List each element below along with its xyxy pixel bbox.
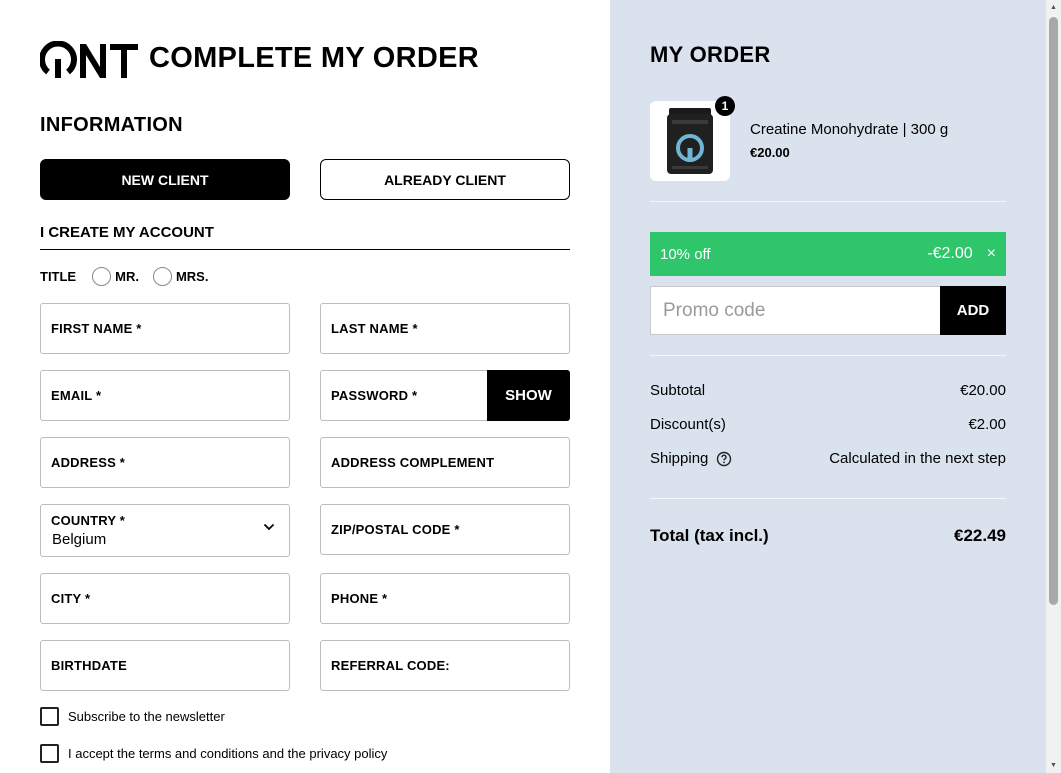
birthdate-label: BIRTHDATE [51,658,127,673]
promo-code-field[interactable] [650,286,941,335]
product-name: Creatine Monohydrate | 300 g [750,121,949,138]
create-account-heading: I CREATE MY ACCOUNT [40,224,570,250]
email-field[interactable]: EMAIL * [40,370,290,421]
subtotal-label: Subtotal [650,382,706,399]
remove-discount-icon[interactable]: × [987,245,996,263]
terms-label[interactable]: I accept the terms and conditions and th… [68,746,387,761]
show-password-button[interactable]: SHOW [487,370,570,421]
scroll-down-arrow-icon[interactable]: ▼ [1049,761,1058,770]
scroll-up-arrow-icon[interactable]: ▲ [1049,3,1058,12]
discounts-row: Discount(s) €2.00 [650,416,1006,433]
shipping-value: Calculated in the next step [829,450,1006,467]
mr-radio-label[interactable]: MR. [115,269,139,284]
scrollbar-thumb[interactable] [1049,17,1058,605]
title-label: TITLE [40,268,77,284]
chevron-down-icon [263,523,275,531]
email-label: EMAIL * [51,388,102,403]
newsletter-label[interactable]: Subscribe to the newsletter [68,709,225,724]
address-complement-label: ADDRESS COMPLEMENT [331,455,495,470]
total-row: Total (tax incl.) €22.49 [650,526,1006,546]
help-circle-icon[interactable] [716,451,732,467]
shipping-label: Shipping [650,450,709,467]
mr-radio[interactable] [92,266,112,286]
password-field[interactable]: PASSWORD * [320,370,488,421]
product-tub-image [667,108,713,174]
subtotal-row: Subtotal €20.00 [650,382,1006,399]
phone-field[interactable]: PHONE * [320,573,570,624]
order-summary-title: MY ORDER [650,42,771,67]
referral-code-label: REFERRAL CODE: [331,658,450,673]
new-client-button[interactable]: NEW CLIENT [40,159,290,200]
mrs-radio-label[interactable]: MRS. [176,269,209,284]
zip-code-label: ZIP/POSTAL CODE * [331,522,460,537]
birthdate-field[interactable]: BIRTHDATE [40,640,290,691]
add-promo-button[interactable]: ADD [940,286,1006,335]
newsletter-row: Subscribe to the newsletter [40,707,225,726]
first-name-label: FIRST NAME * [51,321,142,336]
shipping-row: Shipping Calculated in the next step [650,450,1006,467]
page-title: COMPLETE MY ORDER [149,42,480,74]
order-summary-panel: MY ORDER 1 Creatine Monohydrate | 300 g … [610,0,1046,773]
country-value: Belgium [52,531,107,548]
address-field[interactable]: ADDRESS * [40,437,290,488]
divider [650,201,1006,202]
address-label: ADDRESS * [51,455,126,470]
promo-code-input[interactable] [663,299,941,322]
discounts-value: €2.00 [968,416,1006,433]
product-price: €20.00 [750,145,790,160]
divider [650,355,1006,356]
city-label: CITY * [51,591,91,606]
qnt-logo-icon [40,41,138,78]
terms-row: I accept the terms and conditions and th… [40,744,387,763]
newsletter-checkbox[interactable] [40,707,59,726]
referral-code-field[interactable]: REFERRAL CODE: [320,640,570,691]
discounts-label: Discount(s) [650,416,726,433]
total-value: €22.49 [954,526,1006,545]
total-label: Total (tax incl.) [650,526,769,545]
qnt-logo [40,40,138,80]
title-radio-group: TITLE MR. MRS. [40,265,208,287]
password-label: PASSWORD * [331,388,418,403]
last-name-label: LAST NAME * [331,321,418,336]
applied-discount-banner: 10% off -€2.00 × [650,232,1006,276]
last-name-field[interactable]: LAST NAME * [320,303,570,354]
zip-code-field[interactable]: ZIP/POSTAL CODE * [320,504,570,555]
information-heading: INFORMATION [40,114,183,136]
first-name-field[interactable]: FIRST NAME * [40,303,290,354]
quantity-badge: 1 [715,96,735,116]
country-label: COUNTRY * [51,513,126,528]
checkout-form-panel: COMPLETE MY ORDER INFORMATION NEW CLIENT… [0,0,610,773]
terms-checkbox[interactable] [40,744,59,763]
discount-amount: -€2.00 [927,245,973,262]
phone-label: PHONE * [331,591,388,606]
city-field[interactable]: CITY * [40,573,290,624]
address-complement-field[interactable]: ADDRESS COMPLEMENT [320,437,570,488]
mrs-radio[interactable] [152,266,172,286]
discount-label: 10% off [660,245,711,263]
subtotal-value: €20.00 [960,382,1006,399]
country-select[interactable]: COUNTRY * Belgium [40,504,290,557]
divider [650,498,1006,499]
already-client-button[interactable]: ALREADY CLIENT [320,159,570,200]
